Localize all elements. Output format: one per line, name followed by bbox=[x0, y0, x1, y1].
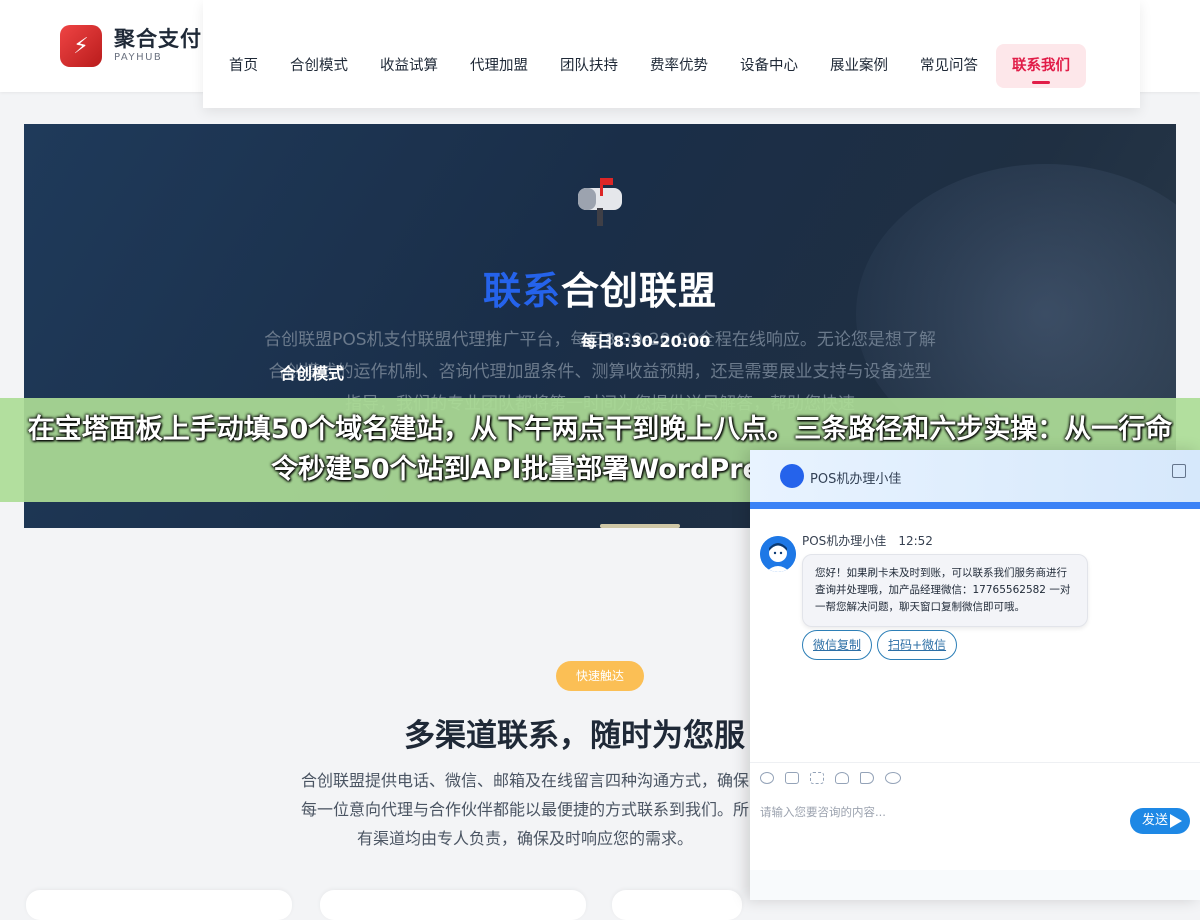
nav-rate-advantage[interactable]: 费率优势 bbox=[634, 44, 724, 88]
chat-header-avatar bbox=[780, 464, 804, 488]
nav-team-support[interactable]: 团队扶持 bbox=[544, 44, 634, 88]
main-navigation: 首页 合创模式 收益试算 代理加盟 团队扶持 费率优势 设备中心 展业案例 常见… bbox=[203, 0, 1140, 108]
section-description: 合创联盟提供电话、微信、邮箱及在线留言四种沟通方式，确保每一位意向代理与合作伙伴… bbox=[300, 771, 749, 848]
nav-income-calculator[interactable]: 收益试算 bbox=[364, 44, 454, 88]
brand-subtitle: PAYHUB bbox=[114, 52, 163, 63]
volume-icon[interactable] bbox=[860, 772, 874, 784]
rating-icon[interactable] bbox=[835, 772, 849, 784]
nav-agent-join[interactable]: 代理加盟 bbox=[454, 44, 544, 88]
screenshot-icon[interactable] bbox=[810, 772, 824, 784]
brand-logo[interactable]: ⚡ 聚合支付 PAYHUB bbox=[60, 25, 202, 67]
emoji-icon[interactable] bbox=[760, 772, 774, 784]
chat-bubbles-icon[interactable] bbox=[885, 772, 901, 784]
hero-hours-highlight: 每日8:30-20:00 bbox=[581, 332, 711, 351]
send-button[interactable]: 发送 bbox=[1130, 808, 1190, 834]
chat-header-title: POS机办理小佳 bbox=[810, 472, 902, 487]
contact-card[interactable] bbox=[320, 890, 586, 920]
contact-card[interactable] bbox=[26, 890, 292, 920]
hero-accent-bar bbox=[600, 524, 680, 528]
chat-toolbar bbox=[760, 772, 912, 784]
maximize-icon[interactable] bbox=[1172, 464, 1186, 478]
nav-cooperation-mode[interactable]: 合创模式 bbox=[274, 44, 364, 88]
scan-wechat-button[interactable]: 扫码+微信 bbox=[877, 630, 958, 660]
section-title: 多渠道联系，随时为您服 bbox=[404, 718, 745, 754]
message-time: 12:52 bbox=[898, 534, 933, 548]
lightning-icon: ⚡ bbox=[60, 25, 102, 67]
chat-header[interactable]: POS机办理小佳 bbox=[750, 450, 1200, 502]
contact-card[interactable] bbox=[612, 890, 742, 920]
agent-avatar bbox=[760, 536, 796, 572]
hero-title: 联系合创联盟 bbox=[482, 269, 718, 313]
brand-name: 聚合支付 bbox=[114, 27, 202, 51]
nav-device-center[interactable]: 设备中心 bbox=[724, 44, 814, 88]
image-icon[interactable] bbox=[785, 772, 799, 784]
nav-cases[interactable]: 展业案例 bbox=[814, 44, 904, 88]
nav-home[interactable]: 首页 bbox=[213, 44, 274, 88]
mailbox-icon bbox=[578, 178, 622, 226]
copy-wechat-button[interactable]: 微信复制 bbox=[802, 630, 873, 660]
chat-message-input[interactable] bbox=[760, 800, 1120, 824]
nav-faq[interactable]: 常见问答 bbox=[904, 44, 994, 88]
hero-mode-link[interactable]: 合创模式 bbox=[280, 360, 344, 384]
send-icon bbox=[1170, 814, 1182, 828]
chat-message-bubble: 您好！如果刷卡未及时到账，可以联系我们服务商进行查询并处理哦，加产品经理微信：1… bbox=[802, 554, 1088, 627]
nav-contact-us[interactable]: 联系我们 bbox=[996, 44, 1086, 88]
section-tag: 快速触达 bbox=[556, 661, 644, 691]
chat-widget: POS机办理小佳 POS机办理小佳 12:52 您好！如果刷卡未及时到账，可以联系… bbox=[750, 450, 1200, 900]
agent-name: POS机办理小佳 12:52 bbox=[802, 534, 933, 548]
